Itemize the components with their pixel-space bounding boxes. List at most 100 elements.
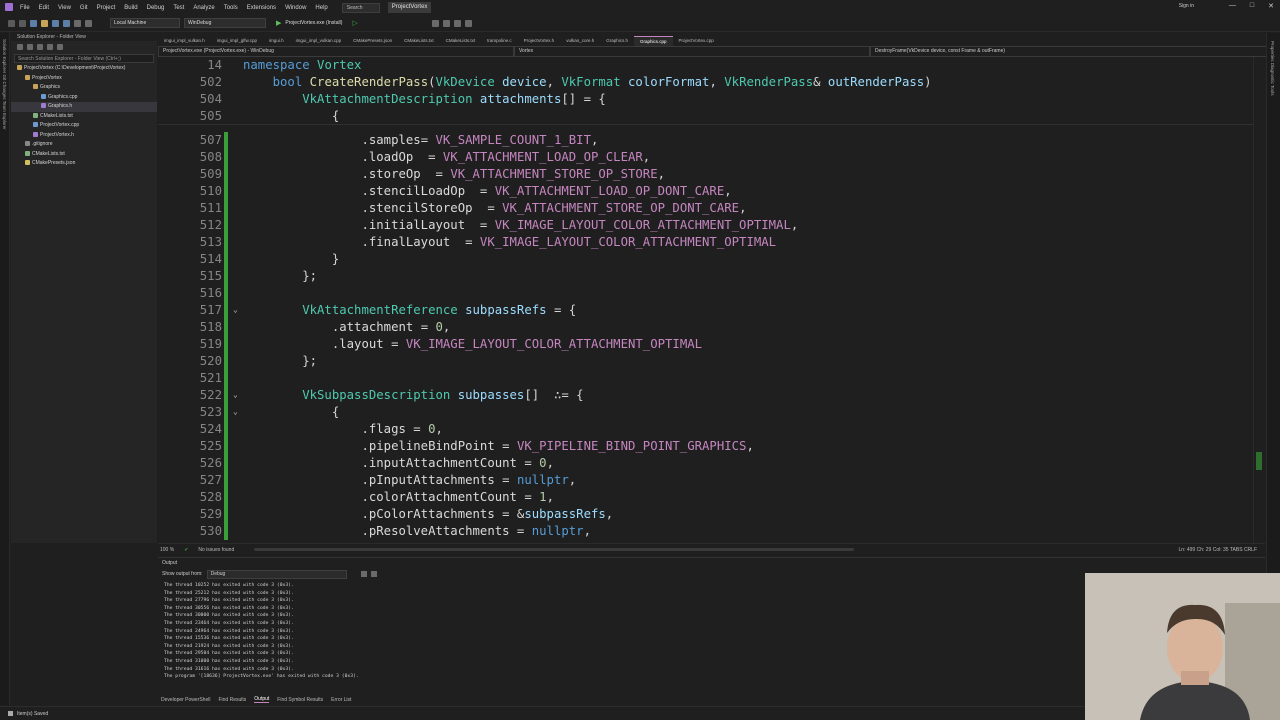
open-icon[interactable] xyxy=(41,19,48,27)
code-line[interactable]: 518 .attachment = 0, xyxy=(158,319,1253,336)
editor-tab[interactable]: imgui_impl_vulkan.h xyxy=(158,36,211,46)
bottom-tab[interactable]: Find Results xyxy=(218,697,246,703)
code-line[interactable]: 507 .samples= VK_SAMPLE_COUNT_1_BIT, xyxy=(158,132,1253,149)
code-line[interactable]: 515 }; xyxy=(158,268,1253,285)
home-icon[interactable] xyxy=(17,44,23,50)
project-dropdown[interactable]: ProjectVortex.exe (ProjectVortex.exe) - … xyxy=(158,46,514,57)
scope-dropdown[interactable]: Vortex xyxy=(514,46,870,57)
menu-item[interactable]: Debug xyxy=(147,5,165,11)
tree-item[interactable]: CMakeLists.txt xyxy=(11,150,157,160)
menu-item[interactable]: Build xyxy=(124,5,137,11)
menu-item[interactable]: Extensions xyxy=(247,5,276,11)
close-icon[interactable]: ✕ xyxy=(1268,2,1274,10)
code-line[interactable]: 523 ⌄ { xyxy=(158,404,1253,421)
fold-chevron-icon[interactable]: ⌄ xyxy=(233,389,238,401)
editor-tab[interactable]: imgui_impl_glfw.cpp xyxy=(211,36,263,46)
search-box[interactable]: Search xyxy=(341,2,380,13)
code-line[interactable]: 509 .storeOp = VK_ATTACHMENT_STORE_OP_ST… xyxy=(158,166,1253,183)
new-file-icon[interactable] xyxy=(30,19,37,27)
code-line[interactable]: 512 .initialLayout = VK_IMAGE_LAYOUT_COL… xyxy=(158,217,1253,234)
tree-item[interactable]: .gitignore xyxy=(11,140,157,150)
code-line[interactable]: 514 } xyxy=(158,251,1253,268)
undo-icon[interactable] xyxy=(74,19,81,27)
maximize-icon[interactable]: □ xyxy=(1250,2,1254,10)
fold-chevron-icon[interactable]: ⌄ xyxy=(233,304,238,316)
menu-item[interactable]: Test xyxy=(173,5,184,11)
back-icon[interactable] xyxy=(8,19,15,27)
menu-item[interactable]: Edit xyxy=(39,5,49,11)
show-all-icon[interactable] xyxy=(47,44,53,50)
code-line[interactable]: 508 .loadOp = VK_ATTACHMENT_LOAD_OP_CLEA… xyxy=(158,149,1253,166)
code-line[interactable]: 526 .inputAttachmentCount = 0, xyxy=(158,455,1253,472)
tree-item[interactable]: ProjectVortex.h xyxy=(11,131,157,141)
menu-item[interactable]: Git xyxy=(80,5,88,11)
editor-tab[interactable]: Graphics.h xyxy=(600,36,634,46)
code-line[interactable]: 530 .pResolveAttachments = nullptr, xyxy=(158,523,1253,540)
output-source-select[interactable]: Debug xyxy=(206,569,347,579)
toolbar-icon-c[interactable] xyxy=(453,19,461,27)
right-strip-label[interactable]: Properties Diagnostic Tools xyxy=(1270,41,1275,95)
editor-tab[interactable]: imgui.h xyxy=(263,36,290,46)
code-line[interactable]: 517 ⌄ VkAttachmentReference subpassRefs =… xyxy=(158,302,1253,319)
platform-select[interactable]: WinDebug xyxy=(184,18,266,28)
code-line[interactable]: 528 .colorAttachmentCount = 1, xyxy=(158,489,1253,506)
editor-tab[interactable]: CMakeLists.txt xyxy=(440,36,482,46)
code-line[interactable]: 520 }; xyxy=(158,353,1253,370)
code-line[interactable]: 513 .finalLayout = VK_IMAGE_LAYOUT_COLOR… xyxy=(158,234,1253,251)
code-line[interactable]: 525 .pipelineBindPoint = VK_PIPELINE_BIN… xyxy=(158,438,1253,455)
editor-tab[interactable]: ProjectVortex.cpp xyxy=(673,36,720,46)
start-debug-icon[interactable]: ▶ xyxy=(276,19,281,27)
collapse-icon[interactable] xyxy=(37,44,43,50)
scroll-thumb[interactable] xyxy=(1256,452,1262,470)
left-strip-label[interactable]: Solution Explorer Git Changes Team Explo… xyxy=(2,39,7,130)
editor-horizontal-scrollbar[interactable] xyxy=(254,548,855,551)
issues-indicator[interactable]: No issues found xyxy=(198,547,234,553)
redo-icon[interactable] xyxy=(85,19,92,27)
editor-tab[interactable]: imgui_impl_vulkan.cpp xyxy=(290,36,348,46)
menu-item[interactable]: Window xyxy=(285,5,306,11)
bottom-tab[interactable]: Find Symbol Results xyxy=(277,697,323,703)
editor-tab[interactable]: vulkan_core.h xyxy=(560,36,600,46)
code-line[interactable]: 524 .flags = 0, xyxy=(158,421,1253,438)
code-line[interactable]: 519 .layout = VK_IMAGE_LAYOUT_COLOR_ATTA… xyxy=(158,336,1253,353)
editor-tab[interactable]: Graphics.cpp xyxy=(633,36,673,46)
code-line[interactable]: 504 VkAttachmentDescription attachments[… xyxy=(158,91,1253,108)
bottom-tab[interactable]: Error List xyxy=(331,697,351,703)
code-line[interactable]: 522 ⌄ VkSubpassDescription subpasses[] ∴=… xyxy=(158,387,1253,404)
code-line[interactable]: 521 xyxy=(158,370,1253,387)
menu-item[interactable]: View xyxy=(58,5,71,11)
menu-item[interactable]: Help xyxy=(315,5,327,11)
start-debug-button[interactable]: ProjectVortex.exe (Install) xyxy=(285,20,342,26)
solution-search-input[interactable]: Search Solution Explorer - Folder View (… xyxy=(14,54,154,63)
editor-tab[interactable]: trampoline.c xyxy=(481,36,518,46)
bottom-tab[interactable]: Output xyxy=(254,696,270,703)
menu-item[interactable]: File xyxy=(20,5,30,11)
tree-item[interactable]: CMakeLists.txt xyxy=(11,112,157,122)
tree-item[interactable]: CMakePresets.json xyxy=(11,159,157,169)
refresh-icon[interactable] xyxy=(27,44,33,50)
code-line[interactable]: 510 .stencilLoadOp = VK_ATTACHMENT_LOAD_… xyxy=(158,183,1253,200)
member-dropdown[interactable]: DestroyFrame(VkDevice device, const Fram… xyxy=(870,46,1268,57)
code-line[interactable]: 14 namespace Vortex xyxy=(158,57,1253,74)
word-wrap-icon[interactable] xyxy=(370,571,377,577)
tree-item[interactable]: ProjectVortex.cpp xyxy=(11,121,157,131)
toolbar-icon-a[interactable] xyxy=(431,19,439,27)
menu-item[interactable]: Project xyxy=(97,5,116,11)
save-icon[interactable] xyxy=(52,19,59,27)
code-line[interactable]: 505 { xyxy=(158,108,1253,125)
menu-item[interactable]: Tools xyxy=(224,5,238,11)
code-line[interactable]: 516 xyxy=(158,285,1253,302)
toolbar-icon-b[interactable] xyxy=(442,19,450,27)
bottom-tab[interactable]: Developer PowerShell xyxy=(161,697,210,703)
tree-item[interactable]: ProjectVortex (C:\Development\ProjectVor… xyxy=(11,64,157,74)
forward-icon[interactable] xyxy=(19,19,26,27)
zoom-level[interactable]: 100 % xyxy=(160,547,174,553)
sticky-scroll[interactable]: 14 namespace Vortex 502 bool CreateRenderP… xyxy=(158,57,1253,125)
editor-tab[interactable]: CMakePresets.json xyxy=(347,36,398,46)
code-editor[interactable]: 14 namespace Vortex 502 bool CreateRenderP… xyxy=(158,57,1253,543)
clear-output-icon[interactable] xyxy=(360,571,367,577)
menu-item[interactable]: Analyze xyxy=(193,5,214,11)
code-line[interactable]: 511 .stencilStoreOp = VK_ATTACHMENT_STOR… xyxy=(158,200,1253,217)
configuration-select[interactable]: Local Machine xyxy=(110,18,180,28)
save-all-icon[interactable] xyxy=(63,19,70,27)
